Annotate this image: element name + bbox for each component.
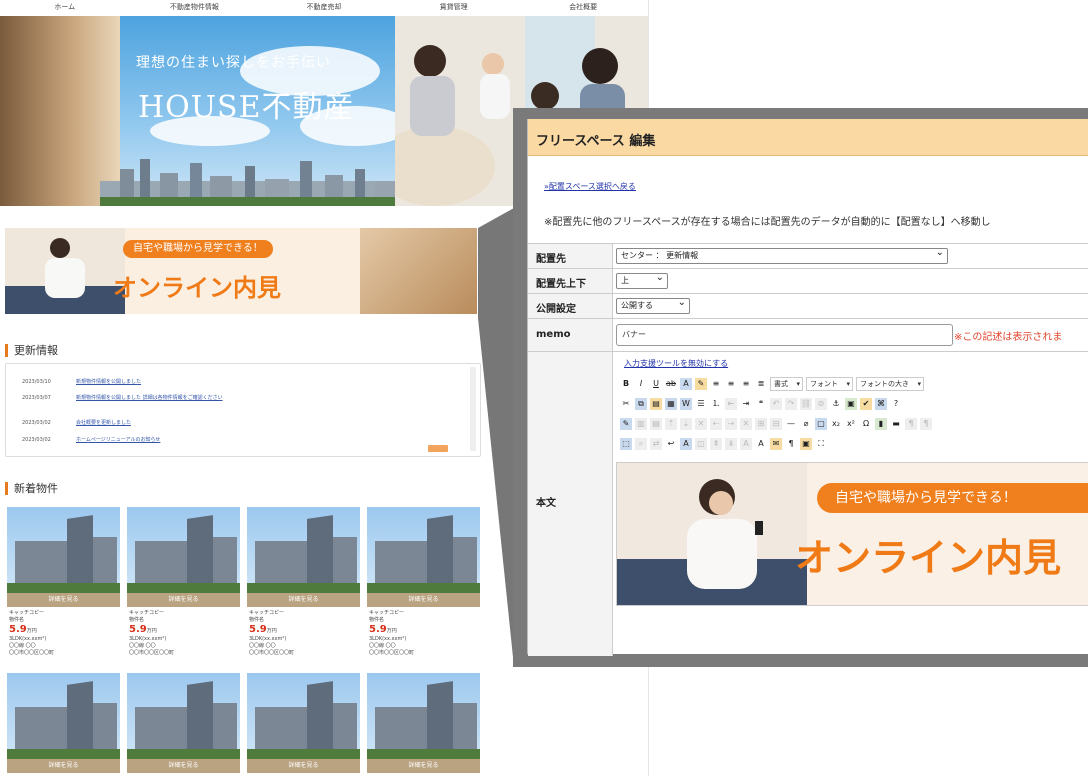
source-icon[interactable]: ⌘ <box>875 398 887 410</box>
table-icon[interactable]: ▥ <box>635 418 647 430</box>
select-all-icon[interactable]: ⬚ <box>620 438 632 450</box>
placement-select[interactable]: センター ： 更新情報 <box>616 246 948 264</box>
font-size-select[interactable]: フォントの大き <box>856 377 924 391</box>
italic-button[interactable]: I <box>635 378 647 390</box>
unlink-icon[interactable]: ⊘ <box>815 398 827 410</box>
charmap-icon[interactable]: Ω <box>860 418 872 430</box>
paste-icon[interactable]: ▤ <box>650 398 662 410</box>
table-props-icon[interactable]: ▤ <box>650 418 662 430</box>
paste-text-icon[interactable]: ▦ <box>665 398 677 410</box>
remove-format-icon[interactable]: ⌀ <box>800 418 812 430</box>
memo-label: memo <box>536 329 571 340</box>
minus-icon[interactable]: ▬ <box>890 418 902 430</box>
edit-icon[interactable]: ✎ <box>620 418 632 430</box>
font-select[interactable]: フォント <box>806 377 853 391</box>
content-headline: オンライン内見 <box>795 535 1062 580</box>
row-body: 本文 入力支援ツールを無効にする B I U ab A ✎ ≡ ≡ ≡ ≣ 書式… <box>528 352 1088 656</box>
toggle-tools-link[interactable]: 入力支援ツールを無効にする <box>624 358 728 369</box>
spellcheck-icon[interactable]: A <box>680 438 692 450</box>
cms-editor-panel: フリースペース 編集 »配置スペース選択へ戻る ※配置先に他のフリースペースが存… <box>527 119 1088 656</box>
ltr-icon[interactable]: ¶ <box>905 418 917 430</box>
copy-icon[interactable]: ⧉ <box>635 398 647 410</box>
fullscreen-icon[interactable]: ⛶ <box>815 438 827 450</box>
col-before-icon[interactable]: ⇠ <box>710 418 722 430</box>
editor-title: フリースペース 編集 <box>536 134 656 149</box>
publish-label: 公開設定 <box>536 304 576 315</box>
order-label: 配置先上下 <box>536 279 586 290</box>
edit-form: 配置先 センター ： 更新情報 配置先上下 上 公開設定 公開する memo バ… <box>528 243 1088 656</box>
align-right-icon[interactable]: ≡ <box>740 378 752 390</box>
numbered-list-icon[interactable]: ⒈ <box>710 398 722 410</box>
row-placement: 配置先 センター ： 更新情報 <box>528 244 1088 269</box>
undo-icon[interactable]: ↶ <box>770 398 782 410</box>
align-center-icon[interactable]: ≡ <box>725 378 737 390</box>
paste-word-icon[interactable]: W <box>680 398 692 410</box>
col-after-icon[interactable]: ⇢ <box>725 418 737 430</box>
indent-icon[interactable]: ⇥ <box>740 398 752 410</box>
rtl-icon[interactable]: ¶ <box>920 418 932 430</box>
underline-button[interactable]: U <box>650 378 662 390</box>
row-publish: 公開設定 公開する <box>528 294 1088 319</box>
visual-aid-icon[interactable]: ▢ <box>815 418 827 430</box>
delete-col-icon[interactable]: ✕ <box>740 418 752 430</box>
nonbreaking-icon[interactable]: ¶ <box>785 438 797 450</box>
image-icon[interactable]: ▣ <box>845 398 857 410</box>
placement-notice: ※配置先に他のフリースペースが存在する場合には配置先のデータが自動的に【配置なし… <box>544 217 991 228</box>
superscript-icon[interactable]: x² <box>845 418 857 430</box>
row-after-icon[interactable]: ⇣ <box>680 418 692 430</box>
cut-icon[interactable]: ✂ <box>620 398 632 410</box>
placement-label: 配置先 <box>536 254 566 265</box>
move-backward-icon[interactable]: ⇟ <box>725 438 737 450</box>
style-select[interactable]: 書式 <box>770 377 803 391</box>
move-forward-icon[interactable]: ⇞ <box>710 438 722 450</box>
clean-icon[interactable]: ✔ <box>860 398 872 410</box>
absolute-icon[interactable]: A <box>740 438 752 450</box>
media-icon[interactable]: ▮ <box>875 418 887 430</box>
blockquote-icon[interactable]: ❝ <box>755 398 767 410</box>
highlight-icon[interactable]: ✎ <box>695 378 707 390</box>
delete-row-icon[interactable]: ✕ <box>695 418 707 430</box>
back-link[interactable]: »配置スペース選択へ戻る <box>544 181 636 192</box>
toolbar-row-4: ⬚ ⌕ ⇄ ↩ A ◫ ⇞ ⇟ A A ✉ ¶ ▣ ⛶ <box>620 436 827 452</box>
editor-header: フリースペース 編集 <box>528 119 1088 156</box>
template-icon[interactable]: ✉ <box>770 438 782 450</box>
toolbar-row-2: ✂ ⧉ ▤ ▦ W ☰ ⒈ ⇤ ⇥ ❝ ↶ ↷ ⛓ ⊘ ⚓ ▣ ✔ ⌘ ? <box>620 396 902 412</box>
publish-select[interactable]: 公開する <box>616 296 690 314</box>
replace-icon[interactable]: ⇄ <box>650 438 662 450</box>
text-color-icon[interactable]: A <box>680 378 692 390</box>
redo-icon[interactable]: ↷ <box>785 398 797 410</box>
link-icon[interactable]: ⛓ <box>800 398 812 410</box>
preview-icon[interactable]: ▣ <box>800 438 812 450</box>
find-icon[interactable]: ⌕ <box>635 438 647 450</box>
outdent-icon[interactable]: ⇤ <box>725 398 737 410</box>
memo-input[interactable]: バナー <box>616 324 953 346</box>
row-order: 配置先上下 上 <box>528 269 1088 294</box>
strike-button[interactable]: ab <box>665 378 677 390</box>
split-cell-icon[interactable]: ⊞ <box>755 418 767 430</box>
hr-icon[interactable]: — <box>785 418 797 430</box>
justify-icon[interactable]: ≣ <box>755 378 767 390</box>
subscript-icon[interactable]: x₂ <box>830 418 842 430</box>
body-label: 本文 <box>536 498 556 509</box>
layer-icon[interactable]: ◫ <box>695 438 707 450</box>
row-memo: memo バナー ※この記述は表示されま <box>528 319 1088 352</box>
content-pill: 自宅や職場から見学できる！ <box>817 483 1088 513</box>
editor-content-banner[interactable]: 自宅や職場から見学できる！ オンライン内見 <box>616 462 1088 606</box>
back-icon[interactable]: ↩ <box>665 438 677 450</box>
bullet-list-icon[interactable]: ☰ <box>695 398 707 410</box>
order-select[interactable]: 上 <box>616 271 668 289</box>
memo-note: ※この記述は表示されま <box>954 332 1063 343</box>
anchor-icon[interactable]: ⚓ <box>830 398 842 410</box>
content-woman-photo <box>617 463 807 605</box>
align-left-icon[interactable]: ≡ <box>710 378 722 390</box>
merge-cell-icon[interactable]: ⊟ <box>770 418 782 430</box>
toolbar-row-3: ✎ ▥ ▤ ⇡ ⇣ ✕ ⇠ ⇢ ✕ ⊞ ⊟ — ⌀ ▢ x₂ x² Ω ▮ ▬ … <box>620 416 932 432</box>
style-props-icon[interactable]: A <box>755 438 767 450</box>
row-before-icon[interactable]: ⇡ <box>665 418 677 430</box>
toolbar-row-1: B I U ab A ✎ ≡ ≡ ≡ ≣ 書式 フォント フォントの大き <box>620 376 924 392</box>
help-icon[interactable]: ? <box>890 398 902 410</box>
bold-button[interactable]: B <box>620 378 632 390</box>
